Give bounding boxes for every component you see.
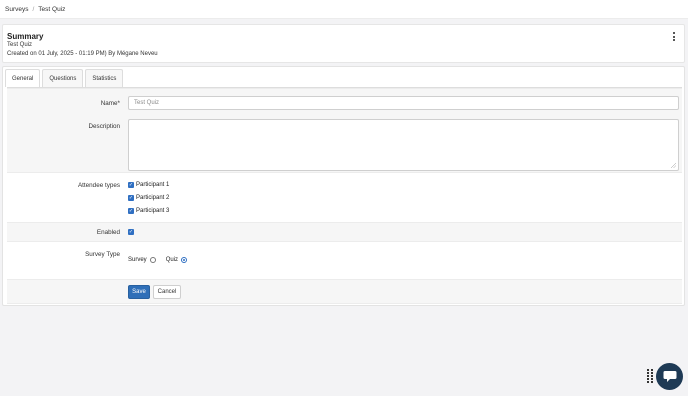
- tab-questions[interactable]: Questions: [42, 69, 84, 87]
- breadcrumb-current: Test Quiz: [38, 5, 66, 13]
- checkbox-checked-icon[interactable]: ✓: [128, 182, 134, 188]
- created-info: Created on 01 July, 2025 - 01:19 PM) By …: [7, 51, 158, 57]
- name-description-section: Name* Test Quiz Description: [7, 88, 682, 173]
- drag-handle-icon[interactable]: [647, 369, 653, 383]
- actions-section: Save Cancel: [7, 279, 682, 304]
- survey-radio[interactable]: [149, 257, 156, 263]
- participant-3-label: Participant 3: [136, 208, 170, 214]
- attendee-participant-2[interactable]: ✓ Participant 2: [128, 195, 169, 201]
- summary-title: Summary: [7, 32, 44, 41]
- description-textarea[interactable]: [128, 119, 679, 171]
- enabled-checkbox[interactable]: ✓: [128, 229, 134, 235]
- survey-name: Test Quiz: [7, 42, 33, 48]
- breadcrumb-surveys-link[interactable]: Surveys: [5, 6, 28, 13]
- save-button[interactable]: Save: [128, 285, 150, 299]
- checkbox-checked-icon[interactable]: ✓: [128, 208, 134, 214]
- survey-type-label: Survey Type: [85, 251, 120, 258]
- chat-glyph-icon: [663, 371, 676, 382]
- attendee-participant-3[interactable]: ✓ Participant 3: [128, 208, 169, 214]
- tab-general[interactable]: General: [5, 69, 41, 87]
- quiz-option-label: Quiz: [165, 257, 179, 263]
- attendee-types-section: Attendee types ✓ Participant 1 ✓ Partici…: [7, 174, 682, 222]
- kebab-menu-icon[interactable]: [672, 32, 676, 41]
- breadcrumb-separator: /: [32, 5, 35, 13]
- name-input[interactable]: Test Quiz: [128, 96, 679, 110]
- survey-option-label: Survey: [128, 257, 147, 263]
- survey-type-section: Survey Type Survey Quiz: [7, 243, 682, 279]
- resize-handle-icon[interactable]: [671, 163, 676, 168]
- tab-statistics[interactable]: Statistics: [85, 69, 124, 87]
- survey-type-options: Survey Quiz: [128, 257, 188, 263]
- participant-2-label: Participant 2: [136, 195, 170, 201]
- attendee-participant-1[interactable]: ✓ Participant 1: [128, 182, 169, 188]
- participant-1-label: Participant 1: [136, 182, 170, 188]
- attendee-types-label: Attendee types: [77, 182, 120, 189]
- general-form: Name* Test Quiz Description Attendee typ…: [7, 87, 682, 304]
- checkbox-checked-icon[interactable]: ✓: [128, 195, 134, 201]
- name-label: Name*: [100, 100, 120, 107]
- tab-bar: General Questions Statistics: [5, 69, 124, 87]
- enabled-section: Enabled ✓: [7, 222, 682, 242]
- enabled-label: Enabled: [96, 229, 120, 236]
- checkbox-checked-icon[interactable]: ✓: [128, 229, 134, 235]
- quiz-radio[interactable]: [181, 257, 188, 263]
- cancel-button[interactable]: Cancel: [153, 285, 181, 299]
- chat-bubble-icon[interactable]: [656, 363, 683, 390]
- breadcrumb: Surveys / Test Quiz: [0, 0, 688, 19]
- description-label: Description: [88, 123, 121, 130]
- summary-card: Summary Test Quiz Created on 01 July, 20…: [2, 24, 685, 63]
- survey-edit-panel: General Questions Statistics Name* Test …: [2, 66, 685, 306]
